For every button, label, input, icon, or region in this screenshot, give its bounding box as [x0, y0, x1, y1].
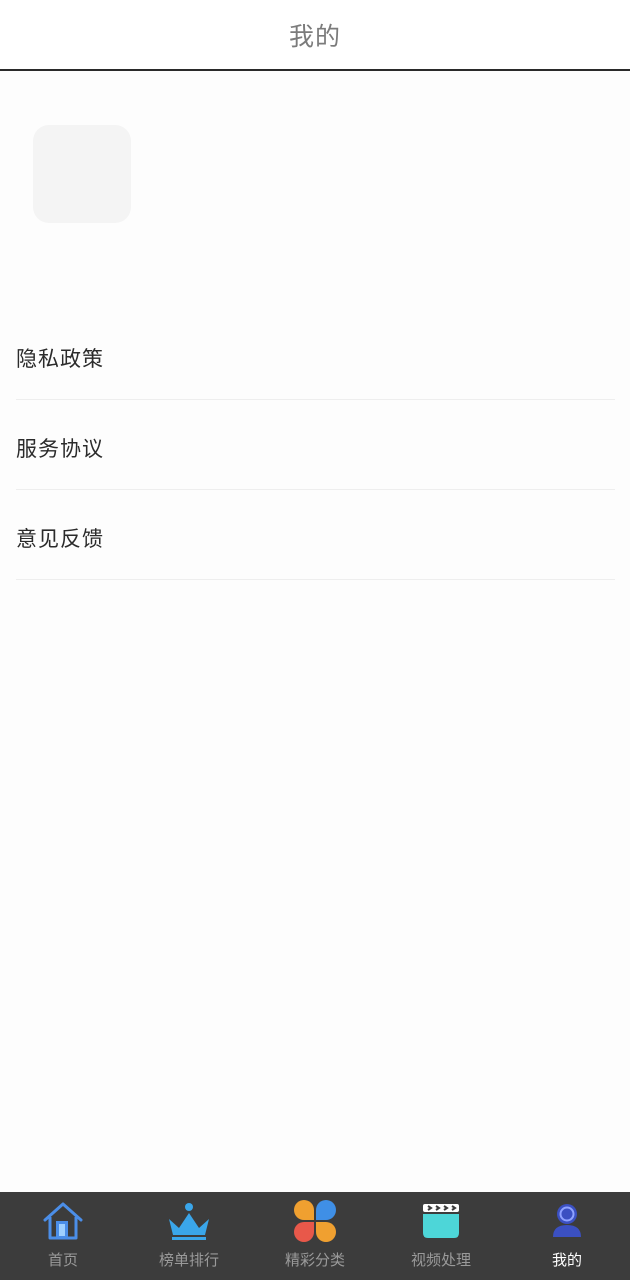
header-bar: 我的 — [0, 0, 630, 71]
tab-label: 榜单排行 — [158, 1251, 219, 1269]
menu-item-privacy-policy[interactable]: 隐私政策 — [16, 310, 615, 400]
menu-item-feedback[interactable]: 意见反馈 — [16, 490, 615, 580]
clapperboard-icon — [423, 1204, 459, 1238]
tab-label: 视频处理 — [410, 1251, 471, 1269]
crown-icon — [169, 1203, 209, 1240]
menu-item-label: 意见反馈 — [16, 526, 104, 551]
tab-video-processing[interactable]: 视频处理 — [378, 1192, 504, 1280]
tab-label: 我的 — [551, 1251, 582, 1269]
tab-profile[interactable]: 我的 — [504, 1192, 630, 1280]
home-icon — [43, 1202, 83, 1240]
page-title: 我的 — [288, 21, 341, 51]
app-root: 我的 隐私政策 服务协议 意见反馈 首页 榜单排行 精彩分类 视频处理 我的 — [0, 0, 630, 1280]
menu-item-service-agreement[interactable]: 服务协议 — [16, 400, 615, 490]
profile-icon — [553, 1204, 581, 1237]
menu-item-label: 服务协议 — [16, 436, 104, 461]
tab-home[interactable]: 首页 — [0, 1192, 126, 1280]
menu-item-label: 隐私政策 — [16, 346, 104, 371]
tab-label: 精彩分类 — [284, 1251, 345, 1269]
settings-menu: 隐私政策 服务协议 意见反馈 — [16, 310, 615, 580]
avatar[interactable] — [33, 125, 131, 223]
category-icon — [294, 1200, 336, 1242]
bottom-tab-bar: 首页 榜单排行 精彩分类 视频处理 我的 — [0, 1192, 630, 1280]
tab-rankings[interactable]: 榜单排行 — [126, 1192, 252, 1280]
tab-categories[interactable]: 精彩分类 — [252, 1192, 378, 1280]
tab-label: 首页 — [47, 1251, 78, 1269]
